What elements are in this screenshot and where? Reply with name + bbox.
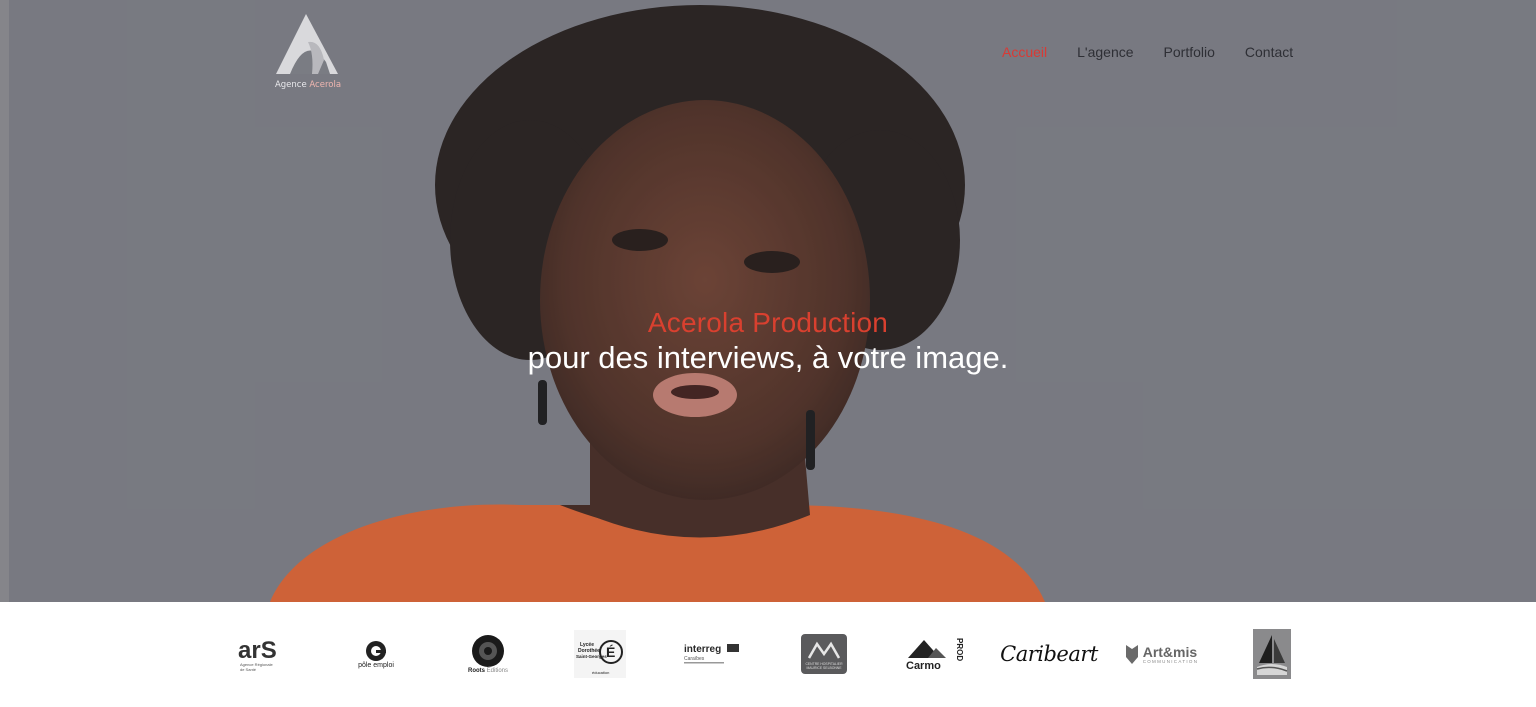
- ars-logo-text: arS: [238, 637, 277, 664]
- roots-editions-icon: [472, 635, 504, 667]
- nav-item-accueil[interactable]: Accueil: [1002, 44, 1047, 60]
- ars-logo-icon: arS Agence Régionale de Santé: [238, 637, 277, 672]
- partner-logo-carmo[interactable]: Carmo PROD: [904, 626, 968, 682]
- chmb-logo-icon: CENTRE HOSPITALIER MAURICE SELBONNE: [801, 634, 847, 674]
- logo-word-acerola: Acerola: [309, 80, 342, 90]
- artemis-sub: COMMUNICATION: [1142, 658, 1199, 664]
- partner-logo-ars[interactable]: arS Agence Régionale de Santé: [236, 626, 296, 682]
- ars-small-2: de Santé: [240, 667, 257, 672]
- carmo-side-label: PROD: [955, 638, 964, 661]
- hero-section: Agence Acerola Accueil L'agence Portfoli…: [0, 0, 1536, 602]
- caribeart-label: Caribeart: [1000, 642, 1098, 666]
- artemis-text: Art&mis COMMUNICATION: [1143, 645, 1199, 664]
- hero-overlay: [0, 0, 1536, 602]
- partner-logo-artemis[interactable]: Art&mis COMMUNICATION: [1116, 626, 1206, 682]
- main-nav: Accueil L'agence Portfolio Contact: [1002, 44, 1293, 60]
- sailboat-emblem-icon: [1253, 629, 1291, 679]
- partner-logo-roots[interactable]: Roots Éditions: [465, 626, 511, 682]
- artemis-label: Art&mis: [1142, 643, 1198, 660]
- lycee-line-4: éducation: [592, 670, 609, 675]
- nav-item-contact[interactable]: Contact: [1245, 44, 1293, 60]
- logo-word-agence: Agence: [274, 80, 307, 90]
- chmb-label-2: MAURICE SELBONNE: [806, 666, 842, 670]
- logo-a-mark-icon: [276, 14, 338, 74]
- artemis-mask-icon: [1125, 645, 1138, 664]
- interreg-logo-icon: interreg Caraïbes: [684, 644, 739, 664]
- pole-emploi-label: pôle emploi: [358, 661, 394, 669]
- roots-label: Roots Éditions: [468, 668, 508, 674]
- interreg-label: interreg: [684, 644, 721, 655]
- partner-logo-lycee[interactable]: É Lycée Dorothée Saint-Georges éducation: [574, 626, 626, 682]
- roots-label-1: Roots: [467, 668, 485, 674]
- carmo-prod-icon: Carmo PROD: [906, 638, 964, 672]
- partner-logo-pole-emploi[interactable]: pôle emploi: [352, 626, 400, 682]
- partner-logo-chmb[interactable]: CENTRE HOSPITALIER MAURICE SELBONNE: [800, 626, 848, 682]
- logo-text: Agence Acerola: [268, 80, 348, 90]
- partner-logos-strip: arS Agence Régionale de Santé pôle emplo…: [0, 602, 1536, 707]
- pole-emploi-icon: [366, 640, 386, 661]
- hero-title: Acerola Production: [647, 307, 889, 338]
- hero-subtitle: pour des interviews, à votre image.: [527, 340, 1009, 375]
- partner-logo-caribeart[interactable]: Caribeart: [1000, 626, 1098, 682]
- svg-text:É: É: [606, 644, 615, 660]
- hero-headline: Acerola Production pour des interviews, …: [0, 306, 1536, 376]
- partner-logo-interreg[interactable]: interreg Caraïbes: [682, 626, 742, 682]
- nav-item-portfolio[interactable]: Portfolio: [1164, 44, 1215, 60]
- interreg-sub: Caraïbes: [684, 656, 705, 662]
- carmo-label: Carmo: [906, 660, 941, 672]
- brand-logo[interactable]: Agence Acerola: [268, 12, 348, 94]
- lycee-line-3: Saint-Georges: [576, 654, 607, 659]
- lycee-logo-icon: É Lycée Dorothée Saint-Georges éducation: [574, 630, 626, 678]
- roots-label-2: Éditions: [486, 668, 509, 674]
- partner-logo-sailboat[interactable]: [1252, 626, 1292, 682]
- nav-item-agence[interactable]: L'agence: [1077, 44, 1133, 60]
